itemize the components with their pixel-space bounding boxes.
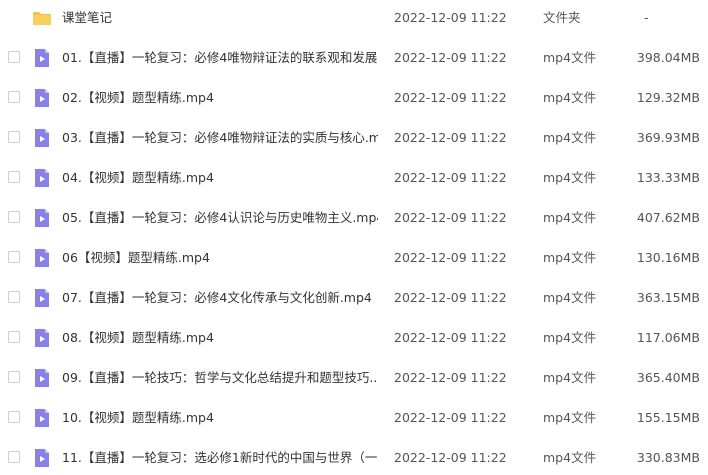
file-size: 365.40MB — [636, 370, 700, 385]
file-type: mp4文件 — [543, 450, 597, 465]
file-size: 330.83MB — [636, 450, 700, 465]
file-row[interactable]: 04.【视频】题型精练.mp4 2022-12-09 11:22 mp4文件 133.… — [0, 159, 708, 199]
row-checkbox[interactable] — [8, 371, 20, 383]
file-name[interactable]: 07.【直播】一轮复习：必修4文化传承与文化创新.mp4 — [62, 290, 378, 306]
video-file-icon — [32, 368, 52, 388]
video-file-icon — [32, 448, 52, 468]
file-row[interactable]: 03.【直播】一轮复习：必修4唯物辩证法的实质与核心.m... 2022-12-0… — [0, 119, 708, 159]
modified-date: 2022-12-09 11:22 — [394, 170, 507, 185]
file-size: 407.62MB — [636, 210, 700, 225]
row-checkbox[interactable] — [8, 331, 20, 343]
file-type: 文件夹 — [543, 10, 581, 25]
file-type: mp4文件 — [543, 130, 597, 145]
file-name[interactable]: 10.【视频】题型精练.mp4 — [62, 410, 378, 426]
modified-date: 2022-12-09 11:22 — [394, 10, 507, 25]
modified-date: 2022-12-09 11:22 — [394, 370, 507, 385]
video-file-icon — [32, 168, 52, 188]
file-size: 398.04MB — [636, 50, 700, 65]
modified-date: 2022-12-09 11:22 — [394, 210, 507, 225]
video-file-icon — [32, 408, 52, 428]
file-name[interactable]: 09.【直播】一轮技巧：哲学与文化总结提升和题型技巧.... — [62, 370, 378, 386]
video-file-icon — [32, 128, 52, 148]
file-row[interactable]: 01.【直播】一轮复习：必修4唯物辩证法的联系观和发展... 2022-12-09… — [0, 39, 708, 79]
video-file-icon — [32, 208, 52, 228]
file-row[interactable]: 02.【视频】题型精练.mp4 2022-12-09 11:22 mp4文件 129.… — [0, 79, 708, 119]
file-row[interactable]: 05.【直播】一轮复习：必修4认识论与历史唯物主义.mp4 2022-12-09 … — [0, 199, 708, 239]
video-file-icon — [32, 48, 52, 68]
file-size: - — [644, 10, 649, 25]
file-type: mp4文件 — [543, 170, 597, 185]
file-name[interactable]: 01.【直播】一轮复习：必修4唯物辩证法的联系观和发展... — [62, 50, 378, 66]
file-type: mp4文件 — [543, 410, 597, 425]
modified-date: 2022-12-09 11:22 — [394, 90, 507, 105]
file-size: 133.33MB — [636, 170, 700, 185]
video-file-icon — [32, 328, 52, 348]
file-size: 155.15MB — [636, 410, 700, 425]
file-name[interactable]: 04.【视频】题型精练.mp4 — [62, 170, 378, 186]
file-type: mp4文件 — [543, 370, 597, 385]
folder-row[interactable]: 课堂笔记 2022-12-09 11:22 文件夹 - — [0, 0, 708, 39]
file-name[interactable]: 08.【视频】题型精练.mp4 — [62, 330, 378, 346]
row-checkbox[interactable] — [8, 291, 20, 303]
file-type: mp4文件 — [543, 250, 597, 265]
modified-date: 2022-12-09 11:22 — [394, 330, 507, 345]
row-checkbox[interactable] — [8, 51, 20, 63]
row-checkbox[interactable] — [8, 171, 20, 183]
file-name[interactable]: 06【视频】题型精练.mp4 — [62, 250, 378, 266]
row-checkbox[interactable] — [8, 91, 20, 103]
file-row[interactable]: 08.【视频】题型精练.mp4 2022-12-09 11:22 mp4文件 117.… — [0, 319, 708, 359]
file-name[interactable]: 03.【直播】一轮复习：必修4唯物辩证法的实质与核心.m... — [62, 130, 378, 146]
file-list: 课堂笔记 2022-12-09 11:22 文件夹 - 01.【直播】一轮复习：必修4唯… — [0, 0, 708, 475]
modified-date: 2022-12-09 11:22 — [394, 130, 507, 145]
file-type: mp4文件 — [543, 330, 597, 345]
file-name[interactable]: 02.【视频】题型精练.mp4 — [62, 90, 378, 106]
row-checkbox[interactable] — [8, 251, 20, 263]
file-type: mp4文件 — [543, 50, 597, 65]
file-name[interactable]: 05.【直播】一轮复习：必修4认识论与历史唯物主义.mp4 — [62, 210, 378, 226]
file-size: 130.16MB — [636, 250, 700, 265]
folder-icon — [32, 8, 52, 28]
file-type: mp4文件 — [543, 210, 597, 225]
row-checkbox[interactable] — [8, 411, 20, 423]
file-row[interactable]: 10.【视频】题型精练.mp4 2022-12-09 11:22 mp4文件 155.… — [0, 399, 708, 439]
file-size: 117.06MB — [636, 330, 700, 345]
modified-date: 2022-12-09 11:22 — [394, 50, 507, 65]
video-file-icon — [32, 288, 52, 308]
file-row[interactable]: 07.【直播】一轮复习：必修4文化传承与文化创新.mp4 2022-12-09 1… — [0, 279, 708, 319]
modified-date: 2022-12-09 11:22 — [394, 290, 507, 305]
row-checkbox[interactable] — [8, 451, 20, 463]
modified-date: 2022-12-09 11:22 — [394, 410, 507, 425]
file-size: 369.93MB — [636, 130, 700, 145]
file-row[interactable]: 09.【直播】一轮技巧：哲学与文化总结提升和题型技巧.... 2022-12-09… — [0, 359, 708, 399]
row-checkbox[interactable] — [8, 131, 20, 143]
file-name[interactable]: 课堂笔记 — [62, 10, 378, 26]
video-file-icon — [32, 248, 52, 268]
file-name[interactable]: 11.【直播】一轮复习：选必修1新时代的中国与世界（一... — [62, 450, 378, 466]
file-row[interactable]: 11.【直播】一轮复习：选必修1新时代的中国与世界（一... 2022-12-09… — [0, 439, 708, 475]
file-row[interactable]: 06【视频】题型精练.mp4 2022-12-09 11:22 mp4文件 130.1… — [0, 239, 708, 279]
file-type: mp4文件 — [543, 90, 597, 105]
modified-date: 2022-12-09 11:22 — [394, 450, 507, 465]
row-checkbox[interactable] — [8, 211, 20, 223]
file-size: 363.15MB — [636, 290, 700, 305]
modified-date: 2022-12-09 11:22 — [394, 250, 507, 265]
file-type: mp4文件 — [543, 290, 597, 305]
file-size: 129.32MB — [636, 90, 700, 105]
video-file-icon — [32, 88, 52, 108]
